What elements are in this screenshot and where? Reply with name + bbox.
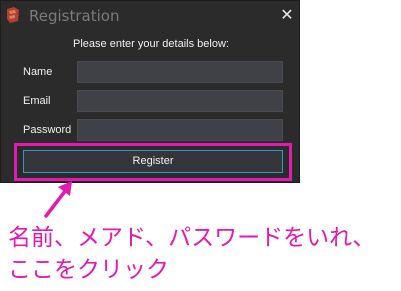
annotation-line-2: ここをクリック [8, 257, 169, 283]
window-title: Registration [29, 7, 120, 25]
annotation-line-1: 名前、メアド、パスワードをいれ、 [8, 225, 376, 251]
email-label: Email [23, 95, 51, 107]
app-logo-icon [6, 7, 20, 23]
password-field[interactable] [77, 119, 283, 141]
register-button[interactable]: Register [23, 150, 283, 173]
name-field[interactable] [77, 61, 283, 83]
instructions-text: Please enter your details below: [73, 38, 229, 50]
close-icon[interactable]: ✕ [277, 5, 297, 25]
screenshot-stage: Registration ✕ Please enter your details… [0, 0, 401, 291]
password-label: Password [23, 124, 72, 136]
annotation-text: 名前、メアド、パスワードをいれ、 ここをクリック [8, 222, 400, 286]
email-field[interactable] [77, 90, 283, 112]
name-label: Name [23, 66, 53, 78]
title-bar[interactable]: Registration ✕ [1, 1, 299, 31]
